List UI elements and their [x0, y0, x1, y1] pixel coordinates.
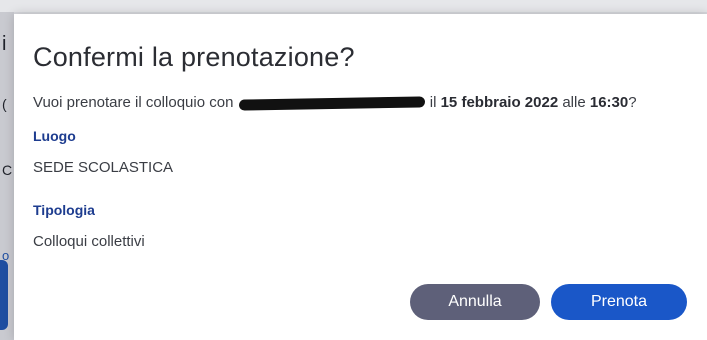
question-connector: il [429, 94, 437, 111]
booking-question: Vuoi prenotare il colloquio con il 15 fe… [33, 94, 637, 111]
question-prefix: Vuoi prenotare il colloquio con [33, 94, 234, 111]
appointment-time: 16:30 [589, 94, 629, 111]
background-text-fragment: i [2, 33, 7, 55]
type-label: Tipologia [33, 202, 95, 218]
type-value: Colloqui collettivi [33, 233, 145, 250]
location-label: Luogo [33, 128, 76, 144]
background-text-fragment: ( [2, 96, 7, 112]
question-time-connector: alle [562, 94, 586, 111]
background-blue-tab [0, 260, 8, 330]
appointment-date: 15 febbraio 2022 [440, 94, 559, 111]
background-header [0, 0, 707, 12]
book-button[interactable]: Prenota [551, 284, 687, 320]
dialog-title: Confermi la prenotazione? [33, 42, 355, 72]
cancel-button[interactable]: Annulla [410, 284, 540, 320]
location-value: SEDE SCOLASTICA [33, 159, 174, 176]
booking-confirm-dialog: Confermi la prenotazione? Vuoi prenotare… [14, 14, 707, 340]
background-page-edge: i ( C o [0, 12, 14, 340]
background-text-fragment: C [2, 162, 13, 178]
question-suffix: ? [628, 94, 637, 111]
redacted-name [238, 95, 425, 111]
